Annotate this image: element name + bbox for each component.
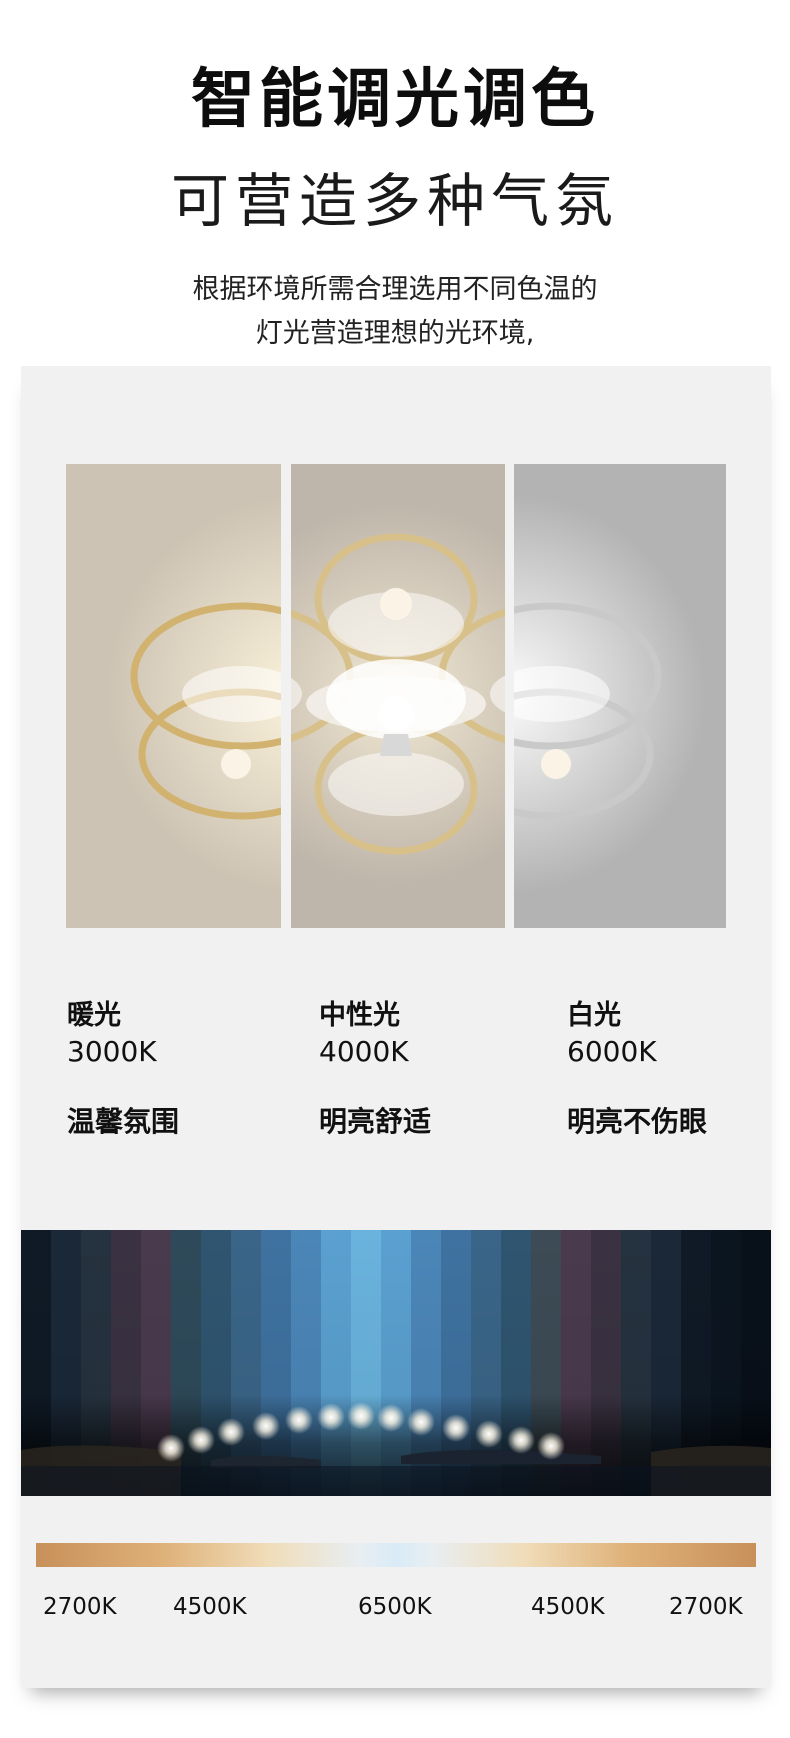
lake-spectrum-illustration	[21, 1230, 771, 1496]
color-temp-kelvin: 6000K	[567, 1035, 657, 1068]
scale-label: 2700K	[43, 1594, 117, 1620]
color-temp-kelvin: 4000K	[319, 1035, 409, 1068]
scale-label: 4500K	[531, 1594, 605, 1620]
page-subtitle: 可营造多种气氛	[170, 167, 619, 235]
color-temp-mood: 温馨氛围	[67, 1105, 180, 1138]
scale-label: 6500K	[358, 1594, 432, 1620]
description: 根据环境所需合理选用不同色温的 灯光营造理想的光环境,	[0, 268, 790, 356]
light-comparison-image	[66, 464, 726, 928]
scale-label: 4500K	[173, 1594, 247, 1620]
color-temp-kelvin: 3000K	[67, 1035, 157, 1068]
description-line-2: 灯光营造理想的光环境,	[255, 318, 535, 349]
color-temperature-gradient-bar	[36, 1543, 756, 1567]
description-line-1: 根据环境所需合理选用不同色温的	[192, 274, 598, 305]
scale-label: 2700K	[669, 1594, 743, 1620]
color-temp-name: 暖光	[67, 1000, 121, 1031]
color-temp-warm: 暖光 3000K 温馨氛围	[67, 998, 287, 1140]
color-temp-mood: 明亮不伤眼	[567, 1105, 708, 1138]
color-temp-mood: 明亮舒适	[319, 1105, 432, 1138]
color-temp-name: 白光	[567, 1000, 621, 1031]
color-temp-name: 中性光	[319, 1000, 400, 1031]
color-temp-neutral: 中性光 4000K 明亮舒适	[319, 998, 539, 1140]
color-temp-white: 白光 6000K 明亮不伤眼	[567, 998, 787, 1140]
ceiling-fan-light-illustration	[66, 464, 726, 928]
color-spectrum-image	[21, 1230, 771, 1496]
temperature-scale: 2700K 4500K 6500K 4500K 2700K	[21, 1594, 771, 1634]
content-card: 暖光 3000K 温馨氛围 中性光 4000K 明亮舒适 白光 6000K 明亮…	[21, 366, 771, 1688]
page-title: 智能调光调色	[191, 63, 599, 137]
